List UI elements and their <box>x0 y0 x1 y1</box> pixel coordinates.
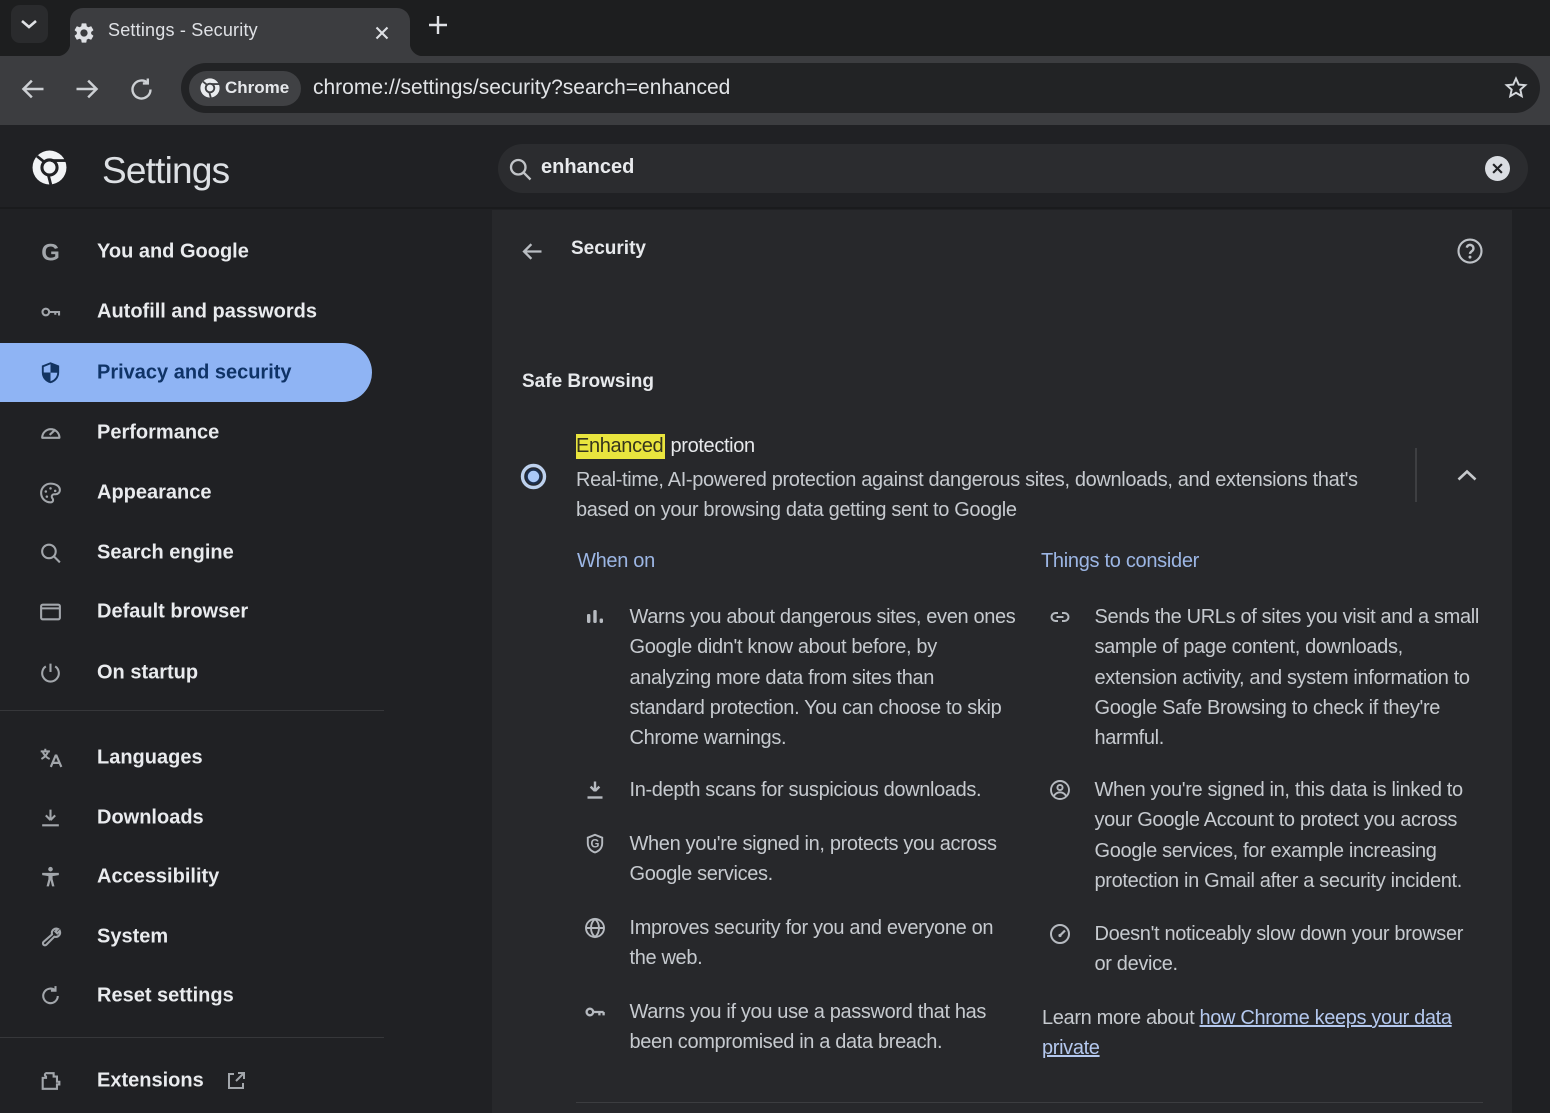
svg-text:G: G <box>41 240 60 265</box>
svg-text:G: G <box>591 838 600 850</box>
